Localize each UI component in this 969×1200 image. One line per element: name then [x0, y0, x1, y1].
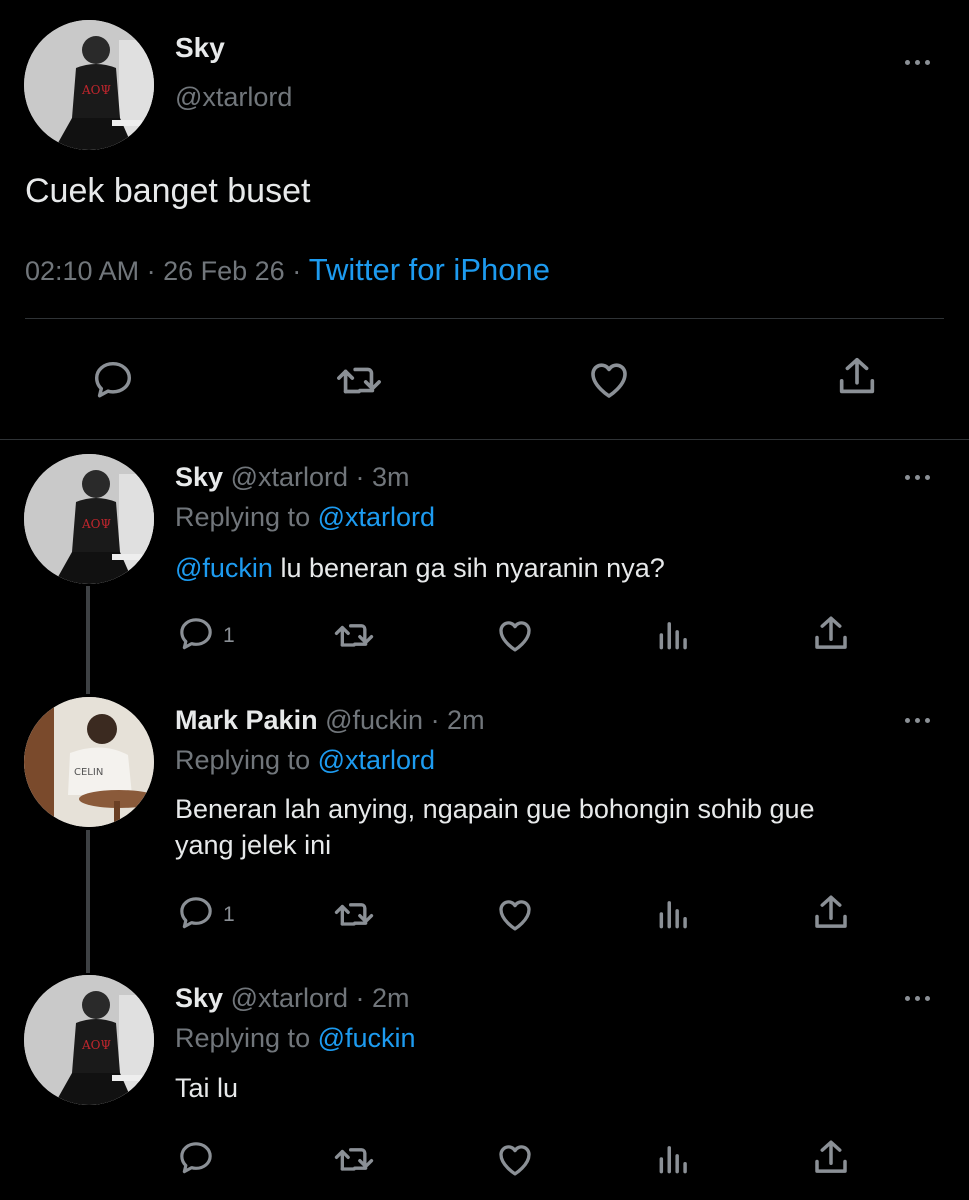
meta-separator: ·: [292, 256, 302, 286]
avatar-sky[interactable]: ΑΟΨ: [24, 975, 154, 1105]
retweet-icon[interactable]: [331, 615, 377, 655]
retweet-icon[interactable]: [333, 357, 385, 403]
analytics-icon[interactable]: [655, 1140, 693, 1178]
reply-count: 1: [223, 903, 235, 926]
main-tweet-handle[interactable]: @xtarlord: [175, 82, 292, 113]
avatar-sky[interactable]: ΑΟΨ: [24, 20, 154, 150]
replying-to: Replying to @xtarlord: [175, 502, 435, 533]
reply-header: Sky @xtarlord · 2m: [175, 983, 410, 1014]
like-icon[interactable]: [494, 614, 536, 656]
share-icon[interactable]: [834, 352, 880, 402]
reply-age: · 3m: [355, 462, 410, 492]
retweet-icon[interactable]: [331, 1139, 377, 1179]
reply-body: Tai lu: [175, 1073, 239, 1103]
analytics-icon[interactable]: [655, 616, 693, 654]
share-icon[interactable]: [810, 1136, 852, 1180]
reply-header: Sky @xtarlord · 3m: [175, 462, 410, 493]
retweet-icon[interactable]: [331, 894, 377, 934]
replying-to-link[interactable]: @xtarlord: [318, 745, 435, 775]
meta-separator: ·: [146, 256, 156, 286]
reply-display-name[interactable]: Mark Pakin: [175, 705, 318, 735]
reply-handle[interactable]: @xtarlord: [231, 462, 348, 492]
main-tweet-more-icon[interactable]: [900, 56, 934, 68]
reply-icon[interactable]: [175, 1138, 217, 1178]
like-icon[interactable]: [494, 893, 536, 935]
replying-to-label: Replying to: [175, 502, 311, 532]
reply-display-name[interactable]: Sky: [175, 462, 223, 492]
svg-text:ΑΟΨ: ΑΟΨ: [81, 1038, 112, 1052]
reply-count: 1: [223, 624, 235, 647]
replying-to-label: Replying to: [175, 745, 311, 775]
main-tweet-source-link[interactable]: Twitter for iPhone: [309, 252, 550, 287]
main-tweet-divider: [25, 318, 944, 319]
replying-to-link[interactable]: @xtarlord: [318, 502, 435, 532]
analytics-icon[interactable]: [655, 895, 693, 933]
thread-line: [86, 586, 90, 694]
main-tweet-text: Cuek banget buset: [25, 172, 311, 210]
replying-to: Replying to @fuckin: [175, 1023, 416, 1054]
reply-handle[interactable]: @xtarlord: [231, 983, 348, 1013]
share-icon[interactable]: [810, 612, 852, 656]
reply-body: lu beneran ga sih nyaranin nya?: [272, 553, 665, 583]
section-divider: [0, 439, 969, 440]
reply-text: @fuckin lu beneran ga sih nyaranin nya?: [175, 553, 665, 584]
replying-to-label: Replying to: [175, 1023, 311, 1053]
main-tweet-time: 02:10 AM: [25, 256, 140, 286]
reply-age: · 2m: [355, 983, 410, 1013]
avatar-mark-pakin[interactable]: CELIN: [24, 697, 154, 827]
svg-text:ΑΟΨ: ΑΟΨ: [81, 83, 112, 97]
thread-line: [86, 830, 90, 973]
svg-text:CELIN: CELIN: [74, 767, 103, 778]
reply-more-icon[interactable]: [900, 471, 934, 483]
main-tweet-date: 26 Feb 26: [163, 256, 285, 286]
reply-more-icon[interactable]: [900, 714, 934, 726]
reply-header: Mark Pakin @fuckin · 2m: [175, 705, 485, 736]
reply-display-name[interactable]: Sky: [175, 983, 223, 1013]
main-tweet-display-name[interactable]: Sky: [175, 32, 225, 64]
reply-handle[interactable]: @fuckin: [325, 705, 423, 735]
share-icon[interactable]: [810, 891, 852, 935]
mention-link[interactable]: @fuckin: [175, 553, 273, 583]
reply-icon[interactable]: [175, 893, 217, 933]
reply-body-line-1: Beneran lah anying, ngapain gue bohongin…: [175, 794, 815, 824]
reply-icon[interactable]: [89, 357, 137, 403]
reply-age: · 2m: [430, 705, 485, 735]
avatar-sky[interactable]: ΑΟΨ: [24, 454, 154, 584]
svg-text:ΑΟΨ: ΑΟΨ: [81, 517, 112, 531]
like-icon[interactable]: [494, 1138, 536, 1180]
main-tweet-meta: 02:10 AM · 26 Feb 26 · Twitter for iPhon…: [25, 252, 550, 288]
reply-body-line-2: yang jelek ini: [175, 830, 332, 860]
replying-to: Replying to @xtarlord: [175, 745, 435, 776]
like-icon[interactable]: [584, 355, 634, 403]
replying-to-link[interactable]: @fuckin: [318, 1023, 416, 1053]
reply-icon[interactable]: [175, 614, 217, 654]
reply-more-icon[interactable]: [900, 992, 934, 1004]
